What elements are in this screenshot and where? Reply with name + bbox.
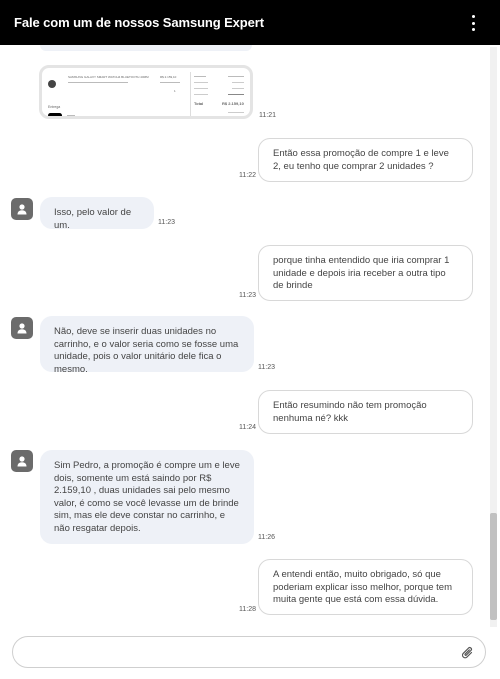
message-text: Sim Pedro, a promoção é compre um e leve… <box>54 460 240 534</box>
user-message: Então resumindo não tem promoção nenhuma… <box>258 390 473 434</box>
thumb-entrega-label: Entrega <box>48 105 61 109</box>
thumb-total-label: Total <box>194 101 204 106</box>
message-time: 11:28 <box>239 606 256 613</box>
message-text: porque tinha entendido que iria comprar … <box>273 255 450 292</box>
message-text: Então resumindo não tem promoção nenhuma… <box>273 400 427 424</box>
product-thumbnail <box>48 80 56 88</box>
message-time: 11:23 <box>158 219 175 226</box>
more-vertical-icon[interactable] <box>472 15 476 31</box>
thumb-button <box>48 113 62 116</box>
scrollbar-thumb[interactable] <box>490 513 497 620</box>
agent-message: Sim Pedro, a promoção é compre um e leve… <box>40 450 254 544</box>
agent-message: Não, deve se inserir duas unidades no ca… <box>40 316 254 375</box>
agent-message: Isso, pelo valor de um. <box>40 197 154 231</box>
message-time: 11:24 <box>239 424 256 431</box>
agent-avatar-icon <box>11 450 33 472</box>
image-attachment[interactable]: SAMSUNG GALAXY SMART WATCH4 BLUETOOTH 40… <box>39 65 253 119</box>
paperclip-icon[interactable] <box>461 645 475 661</box>
message-time: 11:26 <box>258 534 275 541</box>
message-input[interactable] <box>27 643 447 661</box>
user-message: porque tinha entendido que iria comprar … <box>258 245 473 301</box>
chat-header: Fale com um de nossos Samsung Expert <box>0 0 500 45</box>
message-text: A entendi então, muito obrigado, só que … <box>273 569 453 606</box>
thumb-product-name: SAMSUNG GALAXY SMART WATCH4 BLUETOOTH 40… <box>68 75 149 79</box>
chat-scrollbar[interactable] <box>490 47 497 627</box>
agent-avatar-icon <box>11 317 33 339</box>
message-time: 11:23 <box>239 292 256 299</box>
message-composer <box>12 636 486 668</box>
thumb-total-value: R$ 2.159,10 <box>222 101 244 106</box>
thumb-qty: 1 <box>174 89 176 93</box>
message-text: Então essa promoção de compre 1 e leve 2… <box>273 148 449 172</box>
previous-message-bubble <box>40 45 252 51</box>
thumb-price: R$ 2.159,10 <box>160 75 177 79</box>
chat-title: Fale com um de nossos Samsung Expert <box>14 15 264 30</box>
user-message: Então essa promoção de compre 1 e leve 2… <box>258 138 473 182</box>
message-text: Não, deve se inserir duas unidades no ca… <box>54 326 239 375</box>
message-time: 11:21 <box>259 112 276 119</box>
user-message: A entendi então, muito obrigado, só que … <box>258 559 473 615</box>
message-time: 11:22 <box>239 172 256 179</box>
message-time: 11:23 <box>258 364 275 371</box>
agent-avatar-icon <box>11 198 33 220</box>
message-text: Isso, pelo valor de um. <box>54 207 132 231</box>
